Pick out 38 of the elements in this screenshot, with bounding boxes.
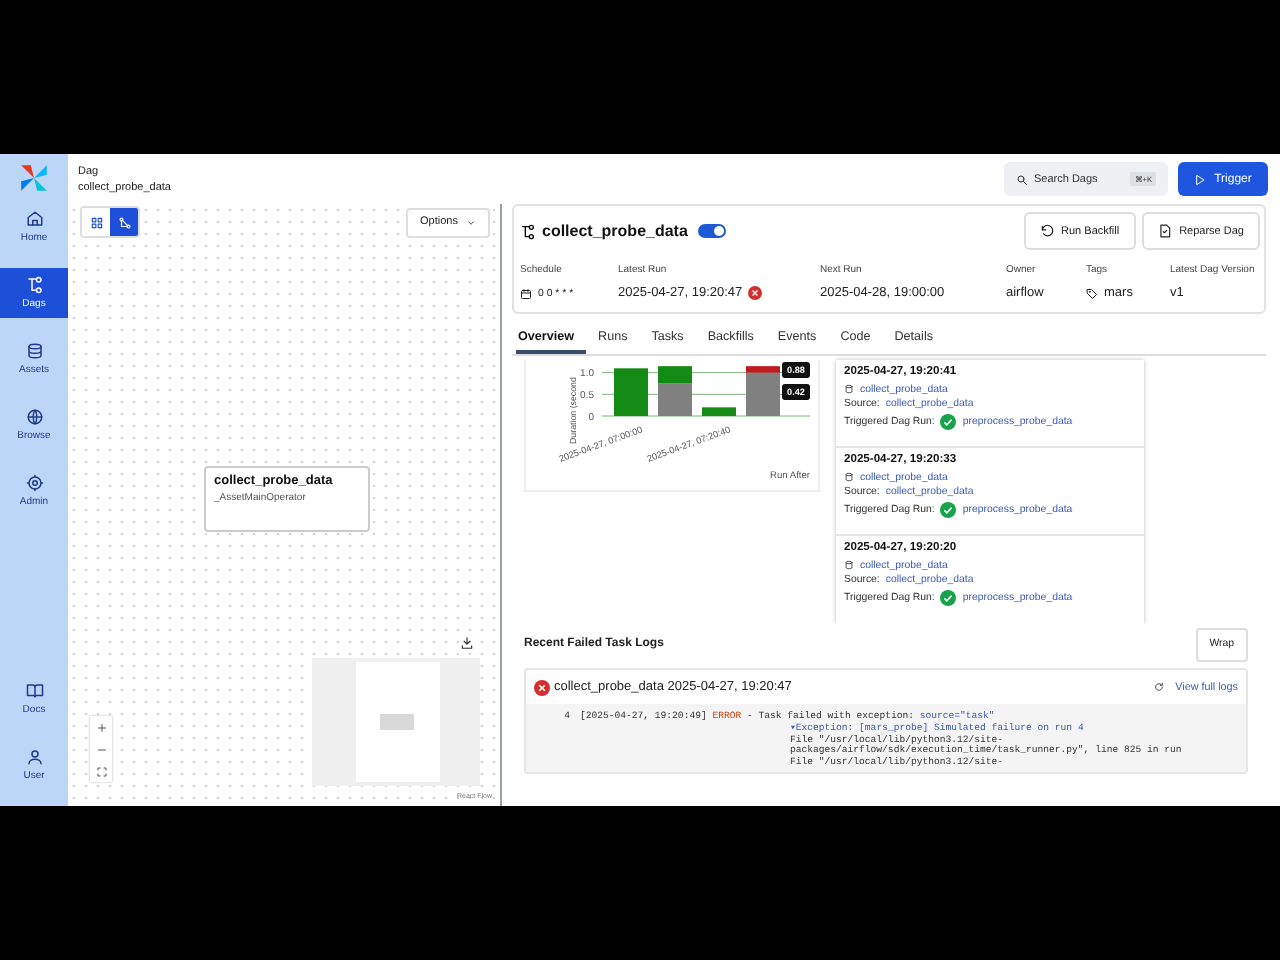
bar-segment[interactable]: [658, 383, 692, 416]
dag-title: collect_probe_data: [542, 222, 688, 240]
database-icon: [844, 472, 854, 482]
docs-icon: [25, 682, 43, 700]
assets-icon: [25, 342, 43, 360]
zoom-in-button[interactable]: [90, 716, 112, 738]
chevron-down-icon: [466, 217, 476, 227]
dag-toggle[interactable]: [697, 224, 726, 238]
refresh-icon[interactable]: [1153, 682, 1164, 692]
dag-icon: [520, 223, 536, 239]
bar-segment[interactable]: [614, 368, 648, 416]
bar-segment[interactable]: [746, 366, 780, 373]
play-icon: [1194, 173, 1207, 185]
bar-segment[interactable]: [658, 366, 692, 384]
pinwheel-logo[interactable]: [18, 162, 50, 194]
bar-segment[interactable]: [746, 372, 780, 416]
search-icon: [1016, 173, 1028, 185]
bar-segment[interactable]: [702, 407, 736, 416]
home-icon: [25, 210, 43, 228]
browse-icon: [25, 408, 43, 426]
zoom-in-icon: [95, 721, 107, 733]
dags-icon: [25, 276, 43, 294]
fit-view-button[interactable]: [90, 760, 112, 782]
minimap-node: [380, 714, 414, 730]
fit-view-icon: [95, 765, 107, 777]
database-icon: [844, 560, 854, 570]
tag-icon: [1086, 287, 1098, 299]
calendar-icon: [520, 287, 532, 299]
zoom-out-icon: [95, 743, 107, 755]
database-icon: [844, 384, 854, 394]
undo-icon: [1039, 224, 1054, 238]
view-toggle[interactable]: [110, 208, 138, 236]
download-icon[interactable]: [460, 636, 474, 650]
user-icon: [25, 748, 43, 766]
file-icon: [1157, 224, 1172, 238]
grid-view-icon: [89, 215, 103, 229]
graph-view-icon: [117, 215, 131, 229]
view-toggle[interactable]: [82, 208, 110, 236]
